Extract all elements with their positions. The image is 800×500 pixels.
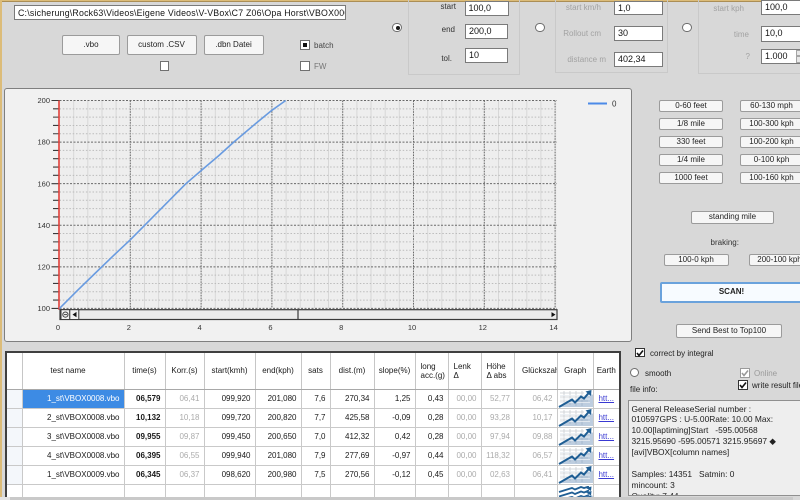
svg-text:100: 100	[37, 304, 50, 313]
svg-text:140: 140	[37, 221, 50, 230]
svg-text:2: 2	[127, 323, 131, 332]
svg-text:200: 200	[37, 96, 50, 105]
svg-text:10: 10	[408, 323, 416, 332]
svg-text:160: 160	[37, 179, 50, 188]
svg-text:4: 4	[198, 323, 202, 332]
svg-text:6: 6	[268, 323, 272, 332]
svg-text:0: 0	[612, 100, 617, 109]
svg-text:120: 120	[37, 262, 50, 271]
svg-text:12: 12	[479, 323, 487, 332]
svg-text:0: 0	[56, 323, 60, 332]
svg-text:14: 14	[549, 323, 557, 332]
svg-text:180: 180	[37, 138, 50, 147]
svg-text:8: 8	[339, 323, 343, 332]
